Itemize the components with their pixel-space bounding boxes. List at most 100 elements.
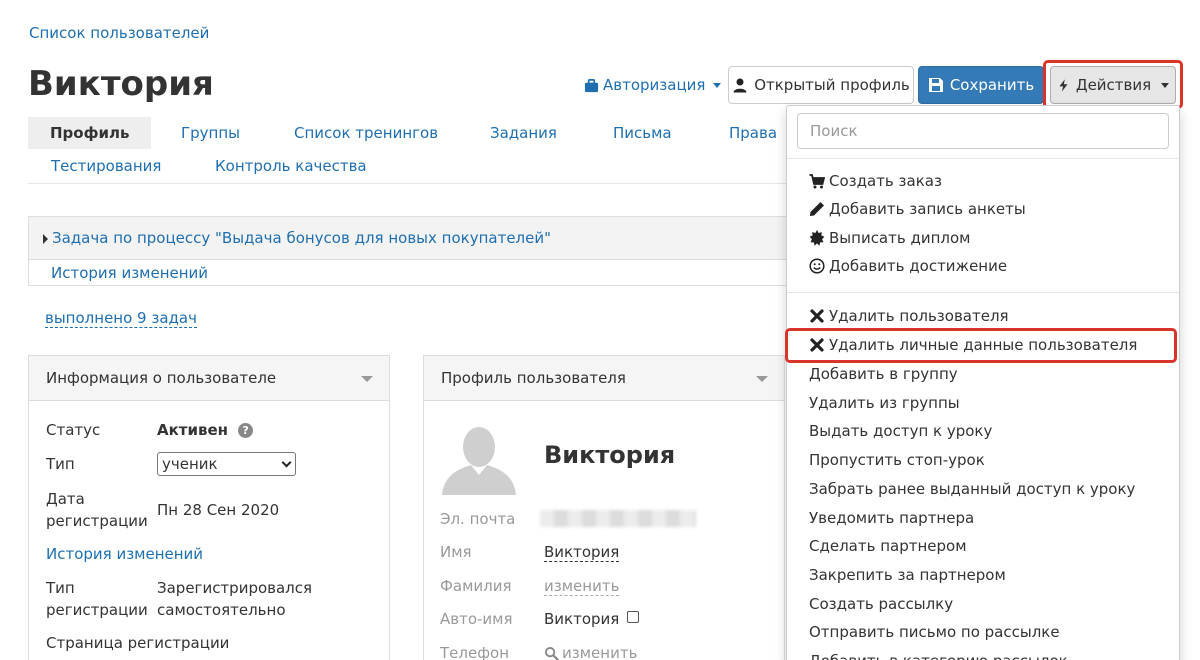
menu-item-label: Добавить в группу [809, 365, 958, 383]
smile-icon [809, 258, 825, 274]
user-profile-panel-title: Профиль пользователя [441, 369, 626, 387]
menu-item-skip-stop-lesson[interactable]: Пропустить стоп-урок [809, 451, 985, 469]
open-profile-label: Открытый профиль [754, 76, 910, 94]
user-icon [733, 78, 747, 93]
menu-item-create-order[interactable]: Создать заказ [809, 172, 942, 190]
reg-date-label-line1: Дата [46, 490, 85, 508]
menu-item-remove-from-group[interactable]: Удалить из группы [809, 394, 960, 412]
last-name-edit-link[interactable]: изменить [544, 577, 620, 596]
status-label: Статус [46, 421, 101, 439]
reg-date-value: Пн 28 Сен 2020 [157, 501, 280, 519]
tab-rights[interactable]: Права [729, 117, 777, 149]
done-tasks-link[interactable]: выполнено 9 задач [45, 309, 197, 328]
actions-dropdown-menu: Создать заказ Добавить запись анкеты Вып… [785, 105, 1180, 660]
tab-quality-control[interactable]: Контроль качества [215, 150, 367, 182]
user-type-select[interactable]: ученик [157, 452, 296, 476]
tabs-divider [28, 183, 788, 184]
question-circle-icon[interactable]: ? [238, 423, 254, 438]
menu-item-add-to-group[interactable]: Добавить в группу [809, 365, 958, 383]
menu-item-add-achievement[interactable]: Добавить достижение [809, 257, 1007, 275]
actions-highlight-frame [1043, 60, 1183, 109]
triangle-right-icon [43, 233, 48, 244]
menu-item-label: Пропустить стоп-урок [809, 451, 985, 469]
profile-name: Виктория [544, 441, 676, 469]
auto-name-checkbox[interactable] [627, 611, 640, 623]
actions-search-input[interactable] [797, 113, 1169, 149]
task-history-link[interactable]: История изменений [51, 264, 208, 282]
reg-type-label-line2: регистрации [46, 601, 148, 619]
collapse-caret-icon[interactable] [756, 376, 768, 382]
email-label: Эл. почта [440, 510, 516, 528]
collapse-caret-icon[interactable] [361, 376, 373, 382]
first-name-label: Имя [440, 543, 472, 561]
menu-item-label: Забрать ранее выданный доступ к уроку [809, 480, 1136, 498]
user-profile-panel-header[interactable]: Профиль пользователя [424, 356, 784, 401]
menu-item-label: Уведомить партнера [809, 509, 975, 527]
menu-item-send-mailing-letter[interactable]: Отправить письмо по рассылке [809, 623, 1060, 641]
task-title-text: Задача по процессу "Выдача бонусов для н… [52, 229, 552, 247]
tab-profile[interactable]: Профиль [28, 117, 152, 149]
delete-personal-data-highlight-frame [785, 328, 1177, 363]
tab-trainings[interactable]: Список тренингов [294, 117, 438, 149]
search-icon [544, 646, 559, 660]
user-info-panel-title: Информация о пользователе [46, 369, 277, 387]
menu-item-grant-lesson-access[interactable]: Выдать доступ к уроку [809, 422, 992, 440]
save-button[interactable]: Сохранить [918, 66, 1044, 104]
last-name-label: Фамилия [440, 577, 512, 595]
phone-edit-link[interactable]: изменить [544, 642, 637, 660]
menu-item-label: Добавить в категорию рассылок [809, 652, 1068, 660]
menu-item-label: Закрепить за партнером [809, 566, 1006, 584]
user-history-link[interactable]: История изменений [46, 543, 203, 565]
menu-item-label: Создать заказ [829, 172, 942, 190]
page-title: Виктория [28, 64, 214, 104]
menu-item-add-to-mailing-category[interactable]: Добавить в категорию рассылок [809, 652, 1068, 660]
reg-type-value-line2: самостоятельно [157, 601, 286, 619]
menu-item-label: Выдать доступ к уроку [809, 422, 993, 440]
menu-item-label: Удалить пользователя [829, 307, 1009, 325]
tab-letters[interactable]: Письма [613, 117, 672, 149]
avatar[interactable] [440, 421, 518, 495]
phone-edit-text: изменить [562, 644, 638, 660]
user-info-panel-header[interactable]: Информация о пользователе [29, 356, 389, 401]
tab-groups[interactable]: Группы [181, 117, 240, 149]
open-profile-button[interactable]: Открытый профиль [728, 66, 914, 104]
briefcase-icon [584, 78, 599, 92]
menu-item-assign-to-partner[interactable]: Закрепить за партнером [809, 566, 1006, 584]
menu-item-label: Отправить письмо по рассылке [809, 623, 1060, 641]
menu-item-label: Добавить достижение [829, 257, 1008, 275]
menu-item-label: Сделать партнером [809, 537, 967, 555]
status-value: Активен? [157, 419, 254, 441]
cart-icon [809, 174, 825, 189]
pencil-icon [810, 202, 824, 216]
breadcrumb-users-list[interactable]: Список пользователей [29, 24, 209, 42]
authorization-dropdown[interactable]: Авторизация [584, 76, 722, 94]
user-type-selected: ученик [162, 455, 218, 473]
auto-name-label: Авто-имя [440, 610, 513, 628]
menu-item-make-partner[interactable]: Сделать партнером [809, 537, 967, 555]
menu-divider [787, 292, 1179, 293]
remove-icon [810, 309, 824, 323]
task-panel-header[interactable]: Задача по процессу "Выдача бонусов для н… [29, 217, 787, 260]
menu-item-add-survey-record[interactable]: Добавить запись анкеты [809, 200, 1026, 218]
reg-date-label-line2: регистрации [46, 512, 148, 530]
tab-tasks[interactable]: Задания [490, 117, 557, 149]
tab-testing[interactable]: Тестирования [51, 150, 161, 182]
authorization-label: Авторизация [603, 76, 706, 94]
type-label: Тип [46, 455, 75, 473]
caret-down-icon [713, 82, 722, 88]
menu-item-issue-diploma[interactable]: Выписать диплом [809, 229, 970, 247]
reg-type-value-line1: Зарегистрировался [157, 579, 313, 597]
menu-item-label: Добавить запись анкеты [829, 200, 1026, 218]
task-title-link[interactable]: Задача по процессу "Выдача бонусов для н… [43, 229, 551, 247]
menu-item-revoke-lesson-access[interactable]: Забрать ранее выданный доступ к уроку [809, 480, 1135, 498]
task-panel: Задача по процессу "Выдача бонусов для н… [28, 216, 788, 286]
menu-item-create-mailing[interactable]: Создать рассылку [809, 595, 953, 613]
chevron-down-icon [281, 457, 292, 468]
first-name-value[interactable]: Виктория [544, 543, 620, 562]
phone-label: Телефон [440, 644, 510, 660]
menu-item-label: Выписать диплом [829, 229, 971, 247]
reg-page-label: Страница регистрации [46, 634, 230, 652]
menu-item-notify-partner[interactable]: Уведомить партнера [809, 509, 974, 527]
email-value-blurred [540, 510, 696, 527]
menu-item-delete-user[interactable]: Удалить пользователя [809, 307, 1009, 325]
